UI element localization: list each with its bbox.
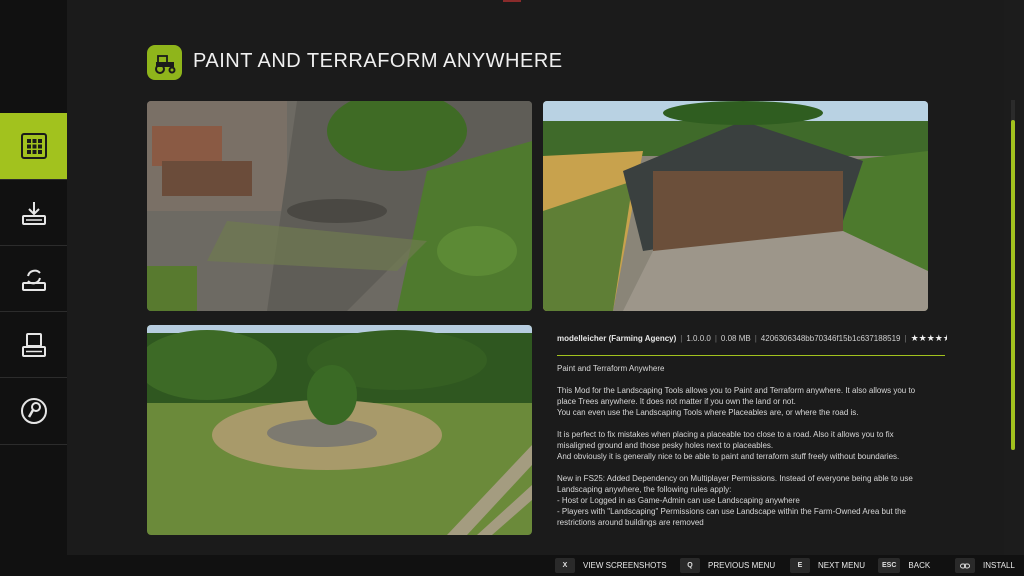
description-line: Paint and Terraform Anywhere bbox=[557, 364, 665, 373]
page-title: PAINT AND TERRAFORM ANYWHERE bbox=[193, 50, 563, 72]
separator: | bbox=[904, 334, 907, 343]
update-icon bbox=[21, 269, 46, 291]
description-line: - Host or Logged in as Game-Admin can us… bbox=[557, 496, 800, 505]
top-indicator bbox=[503, 0, 521, 2]
separator: | bbox=[714, 334, 717, 343]
screenshot-3[interactable] bbox=[147, 325, 532, 535]
mod-author: modelleicher (Farming Agency) bbox=[557, 334, 677, 343]
key-esc: ESC bbox=[878, 558, 901, 573]
tractor-icon bbox=[154, 54, 175, 74]
mod-icon bbox=[147, 45, 182, 80]
back-button[interactable]: ESC BACK bbox=[878, 558, 930, 573]
mod-details: modelleicher (Farming Agency) | 1.0.0.0 … bbox=[557, 333, 947, 538]
wrench-icon bbox=[20, 398, 47, 424]
description-line: It is perfect to fix mistakes when placi… bbox=[557, 430, 894, 450]
mod-description: Paint and Terraform Anywhere This Mod fo… bbox=[557, 363, 927, 528]
mod-hash: 4206306348bb70346f15b1c637188519 bbox=[760, 334, 901, 343]
view-screenshots-button[interactable]: X VIEW SCREENSHOTS bbox=[555, 558, 667, 573]
next-menu-button[interactable]: E NEXT MENU bbox=[790, 558, 865, 573]
description-line: And obviously it is generally nice to be… bbox=[557, 452, 900, 461]
hint-label: VIEW SCREENSHOTS bbox=[583, 561, 667, 570]
sidebar-item-mods-grid[interactable] bbox=[0, 113, 74, 179]
sidebar-item-tools[interactable] bbox=[0, 377, 67, 445]
rating-stars: ★★★★★ bbox=[910, 333, 947, 343]
mod-size: 0.08 MB bbox=[720, 334, 751, 343]
hint-label: PREVIOUS MENU bbox=[708, 561, 776, 570]
key-q: Q bbox=[680, 558, 700, 573]
link-icon bbox=[955, 558, 975, 573]
key-e: E bbox=[790, 558, 810, 573]
mod-list-icon bbox=[21, 333, 46, 357]
description-line: You can even use the Landscaping Tools w… bbox=[557, 408, 859, 417]
sidebar-item-update[interactable] bbox=[0, 245, 67, 312]
sidebar bbox=[0, 0, 74, 555]
key-x: X bbox=[555, 558, 575, 573]
description-line: - Players with "Landscaping" Permissions… bbox=[557, 507, 906, 527]
hint-label: INSTALL bbox=[983, 561, 1015, 570]
previous-menu-button[interactable]: Q PREVIOUS MENU bbox=[680, 558, 775, 573]
scrollbar-thumb[interactable] bbox=[1011, 120, 1015, 450]
screenshot-1[interactable] bbox=[147, 101, 532, 311]
separator: | bbox=[754, 334, 757, 343]
divider bbox=[557, 355, 945, 356]
description-line: This Mod for the Landscaping Tools allow… bbox=[557, 386, 916, 406]
hint-label: BACK bbox=[908, 561, 931, 570]
mod-version: 1.0.0.0 bbox=[686, 334, 711, 343]
download-icon bbox=[21, 202, 46, 225]
description-line: New in FS25: Added Dependency on Multipl… bbox=[557, 474, 913, 494]
button-hint-bar: X VIEW SCREENSHOTS Q PREVIOUS MENU E NEX… bbox=[0, 555, 1024, 576]
sidebar-item-installed[interactable] bbox=[0, 311, 67, 378]
sidebar-item-download[interactable] bbox=[0, 179, 67, 246]
install-button[interactable]: INSTALL bbox=[955, 558, 1015, 573]
grid-icon bbox=[20, 133, 47, 159]
screenshot-2[interactable] bbox=[543, 101, 928, 311]
mod-meta: modelleicher (Farming Agency) | 1.0.0.0 … bbox=[557, 333, 947, 344]
separator: | bbox=[680, 334, 683, 343]
hint-label: NEXT MENU bbox=[818, 561, 865, 570]
